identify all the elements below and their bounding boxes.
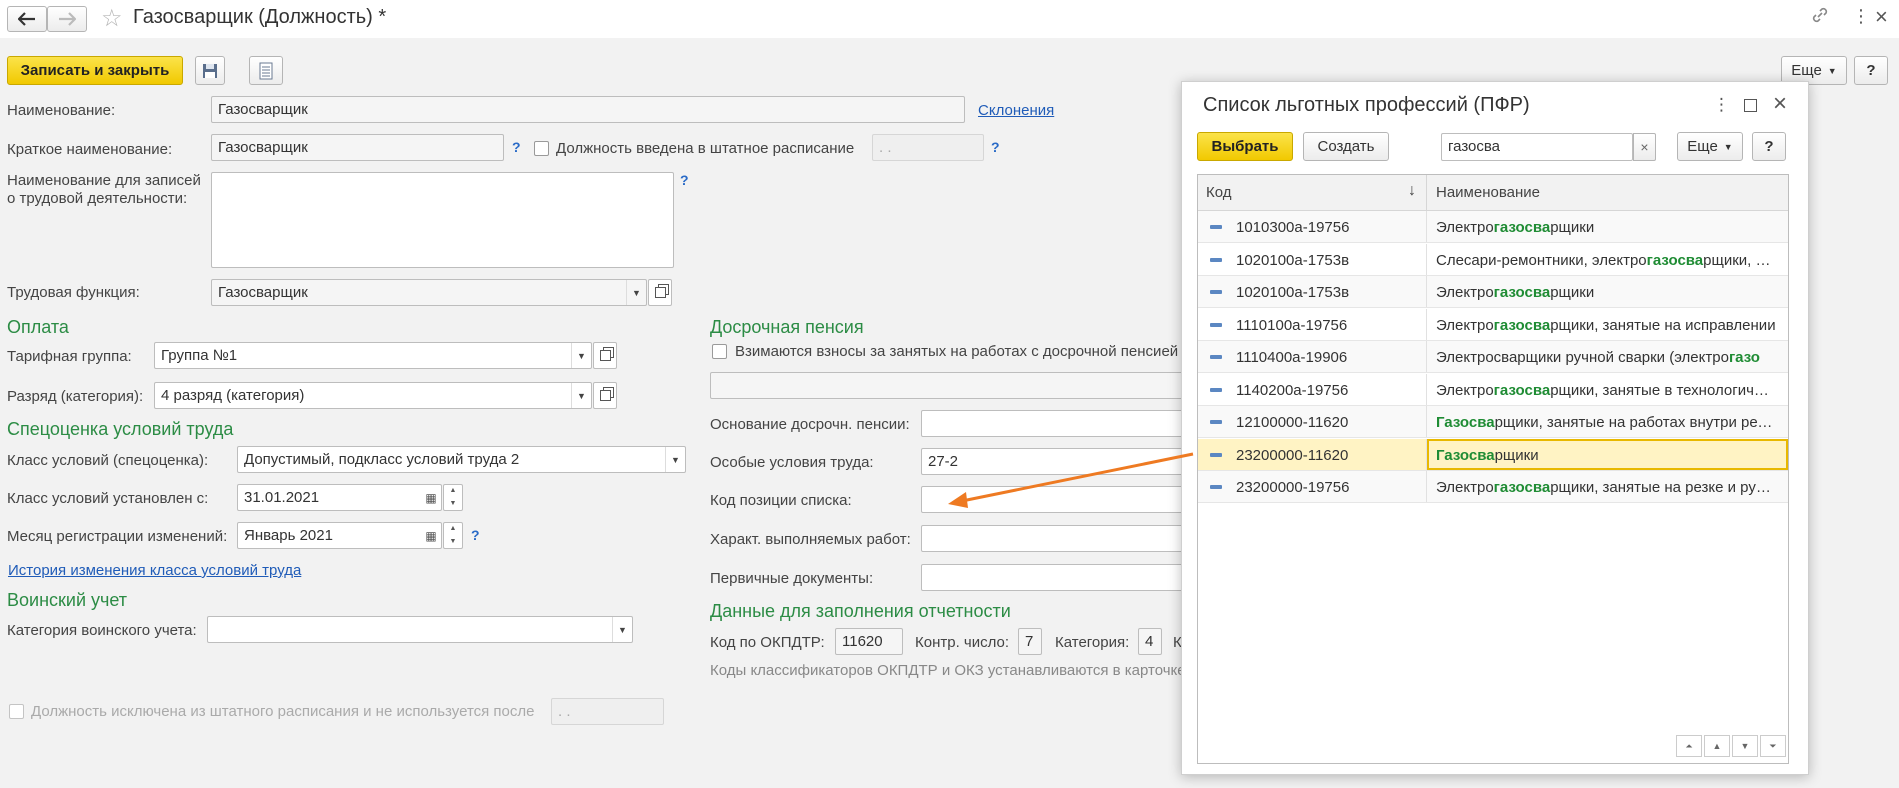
annotation-arrow [948, 452, 1194, 508]
